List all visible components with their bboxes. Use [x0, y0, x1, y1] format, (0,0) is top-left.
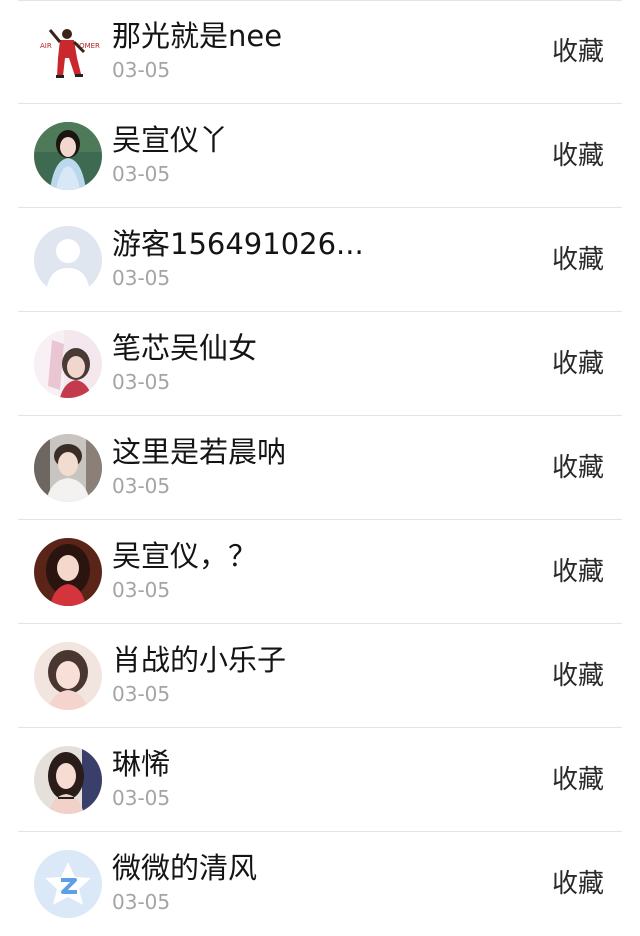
user-name[interactable]: 微微的清风 [112, 848, 257, 888]
girl-blue-dress-avatar[interactable] [34, 122, 102, 190]
list-item[interactable]: 肖战的小乐子 03-05 收藏 [0, 624, 640, 728]
favorite-button[interactable]: 收藏 [552, 657, 604, 695]
favorite-button[interactable]: 收藏 [552, 345, 604, 383]
list-item[interactable]: 这里是若晨呐 03-05 收藏 [0, 416, 640, 520]
girl-pink-avatar[interactable] [34, 330, 102, 398]
favorite-button[interactable]: 收藏 [552, 33, 604, 71]
comment-date: 03-05 [112, 58, 171, 82]
list-item[interactable]: 微微的清风 03-05 收藏 [0, 832, 640, 936]
comment-date: 03-05 [112, 474, 171, 498]
favorite-button[interactable]: 收藏 [552, 137, 604, 175]
comment-date: 03-05 [112, 266, 171, 290]
girl-portrait-avatar[interactable] [34, 642, 102, 710]
girl-red-avatar[interactable] [34, 538, 102, 606]
list-item[interactable]: 琳悕 03-05 收藏 [0, 728, 640, 832]
favorite-button[interactable]: 收藏 [552, 241, 604, 279]
user-name[interactable]: 那光就是nee [112, 16, 282, 56]
user-name[interactable]: 琳悕 [112, 744, 170, 784]
list-item[interactable]: 吴宣仪，？ 03-05 收藏 [0, 520, 640, 624]
comment-date: 03-05 [112, 682, 171, 706]
favorite-button[interactable]: 收藏 [552, 449, 604, 487]
list-item[interactable]: 游客156491026... 03-05 收藏 [0, 208, 640, 312]
comment-date: 03-05 [112, 370, 171, 394]
girl-dark-hair-avatar[interactable] [34, 746, 102, 814]
user-name[interactable]: 吴宣仪丫 [112, 120, 228, 160]
qzone-default-avatar[interactable] [34, 850, 102, 918]
basketball-player-avatar[interactable]: AIR IOMER [34, 18, 102, 86]
comment-date: 03-05 [112, 786, 171, 810]
user-name[interactable]: 笔芯吴仙女 [112, 328, 257, 368]
default-guest-avatar[interactable] [34, 226, 102, 294]
favorite-button[interactable]: 收藏 [552, 553, 604, 591]
user-name[interactable]: 这里是若晨呐 [112, 432, 286, 472]
comment-date: 03-05 [112, 890, 171, 914]
boy-avatar[interactable] [34, 434, 102, 502]
user-name[interactable]: 肖战的小乐子 [112, 640, 286, 680]
list-item[interactable]: 笔芯吴仙女 03-05 收藏 [0, 312, 640, 416]
user-name[interactable]: 吴宣仪，？ [112, 536, 257, 576]
comment-list: AIR IOMER 那光就是nee 03-05 收藏 吴宣仪丫 03-05 收藏… [0, 0, 640, 936]
list-item[interactable]: 吴宣仪丫 03-05 收藏 [0, 104, 640, 208]
favorite-button[interactable]: 收藏 [552, 761, 604, 799]
comment-date: 03-05 [112, 578, 171, 602]
favorite-button[interactable]: 收藏 [552, 865, 604, 903]
list-item[interactable]: AIR IOMER 那光就是nee 03-05 收藏 [0, 0, 640, 104]
svg-text:AIR: AIR [40, 42, 52, 50]
user-name[interactable]: 游客156491026... [112, 224, 364, 264]
comment-date: 03-05 [112, 162, 171, 186]
